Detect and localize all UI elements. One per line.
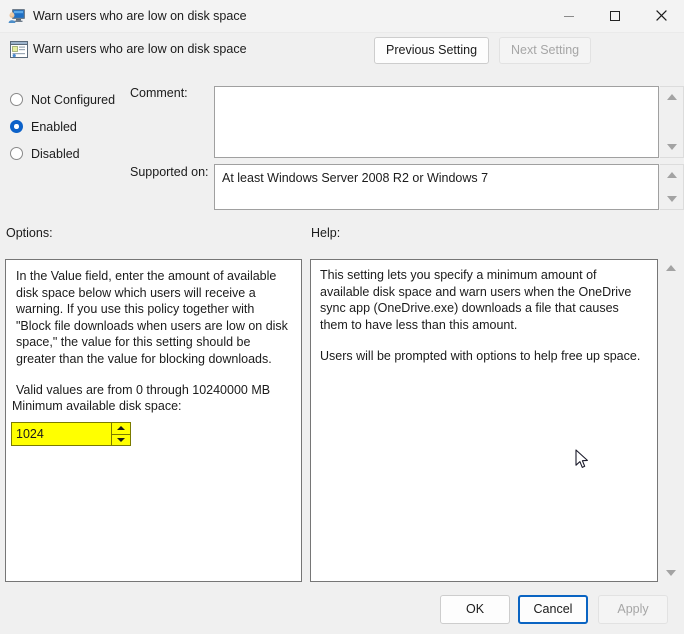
- supported-on-value: At least Windows Server 2008 R2 or Windo…: [214, 164, 659, 210]
- supported-on-label: Supported on:: [130, 165, 209, 179]
- options-paragraph-1: In the Value field, enter the amount of …: [16, 269, 288, 366]
- radio-enabled-indicator: [10, 120, 23, 133]
- comment-scrollbar[interactable]: [660, 86, 684, 158]
- supported-on-field-wrapper: At least Windows Server 2008 R2 or Windo…: [214, 164, 684, 210]
- policy-name-label: Warn users who are low on disk space: [33, 42, 247, 56]
- options-paragraph-2: Valid values are from 0 through 10240000…: [16, 383, 271, 397]
- help-paragraph-1: This setting lets you specify a minimum …: [320, 268, 632, 332]
- comment-label: Comment:: [130, 86, 188, 100]
- minimum-disk-space-input[interactable]: 1024: [12, 423, 111, 445]
- comment-field-wrapper: [214, 86, 684, 158]
- radio-not-configured-indicator: [10, 93, 23, 106]
- radio-not-configured[interactable]: Not Configured: [10, 86, 130, 113]
- options-pane: In the Value field, enter the amount of …: [5, 259, 302, 582]
- help-paragraph-2: Users will be prompted with options to h…: [320, 349, 641, 363]
- dialog-footer: OK Cancel Apply: [0, 595, 684, 634]
- stepper-buttons: [111, 423, 130, 445]
- help-label: Help:: [311, 226, 341, 240]
- spinner-up-arrow-icon[interactable]: [112, 423, 130, 434]
- minimum-disk-space-stepper[interactable]: 1024: [11, 422, 131, 446]
- title-bar: Warn users who are low on disk space: [0, 0, 684, 33]
- maximize-icon: [610, 11, 620, 21]
- scroll-up-arrow-icon[interactable]: [666, 265, 676, 271]
- ok-button[interactable]: OK: [440, 595, 510, 624]
- options-label: Options:: [6, 226, 53, 240]
- supported-on-scrollbar[interactable]: [660, 164, 684, 210]
- policy-header: Warn users who are low on disk space Pre…: [0, 36, 684, 74]
- radio-not-configured-label: Not Configured: [31, 92, 116, 107]
- help-pane: This setting lets you specify a minimum …: [310, 259, 658, 582]
- window-controls: [546, 0, 684, 32]
- cancel-button[interactable]: Cancel: [518, 595, 588, 624]
- apply-button[interactable]: Apply: [598, 595, 668, 624]
- policy-state-radio-group: Not Configured Enabled Disabled: [10, 86, 130, 167]
- radio-disabled-indicator: [10, 147, 23, 160]
- maximize-button[interactable]: [592, 0, 638, 32]
- setting-navigation: Previous Setting Next Setting: [374, 37, 592, 64]
- previous-setting-button[interactable]: Previous Setting: [374, 37, 490, 64]
- help-scrollbar[interactable]: [662, 259, 684, 582]
- window-title: Warn users who are low on disk space: [33, 9, 247, 23]
- policy-setting-icon: [10, 41, 28, 58]
- spinner-down-arrow-icon[interactable]: [112, 433, 130, 446]
- radio-disabled-label: Disabled: [31, 146, 80, 161]
- radio-enabled[interactable]: Enabled: [10, 113, 130, 140]
- comment-input[interactable]: [214, 86, 659, 158]
- close-button[interactable]: [638, 0, 684, 32]
- close-icon: [655, 9, 667, 24]
- scroll-up-arrow-icon[interactable]: [666, 172, 677, 178]
- scroll-down-arrow-icon[interactable]: [666, 144, 677, 150]
- minimum-disk-space-label: Minimum available disk space:: [12, 399, 182, 413]
- scroll-down-arrow-icon[interactable]: [666, 570, 676, 576]
- minimize-icon: [564, 15, 574, 17]
- scroll-down-arrow-icon[interactable]: [666, 196, 677, 202]
- minimize-button[interactable]: [546, 0, 592, 32]
- policy-computer-icon: [8, 8, 26, 24]
- radio-enabled-label: Enabled: [31, 119, 77, 134]
- radio-disabled[interactable]: Disabled: [10, 140, 130, 167]
- next-setting-button[interactable]: Next Setting: [499, 37, 592, 64]
- scroll-up-arrow-icon[interactable]: [666, 94, 677, 100]
